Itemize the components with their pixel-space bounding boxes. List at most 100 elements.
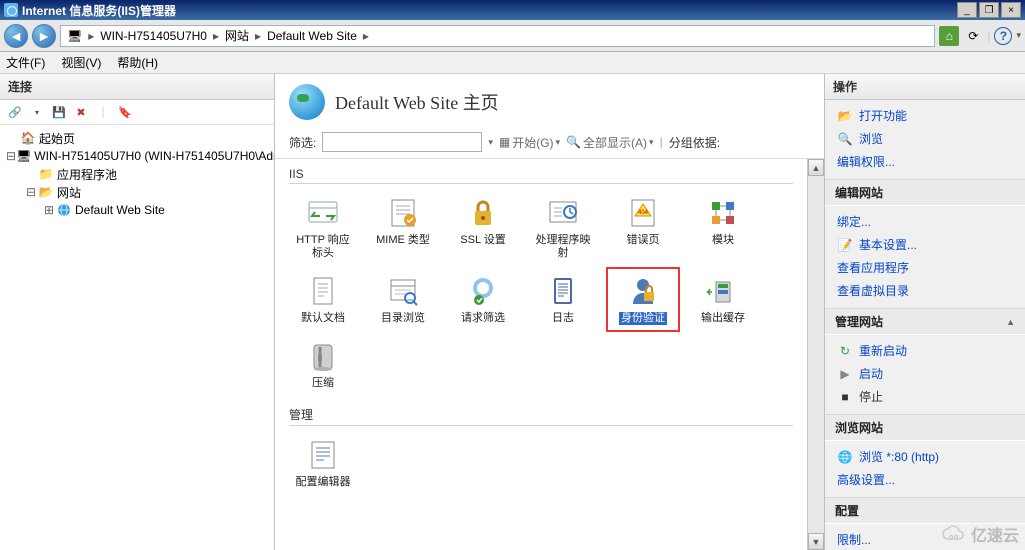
feature-compression[interactable]: 压缩	[289, 335, 357, 394]
section-browse-site: 浏览网站	[825, 414, 1025, 441]
feature-output-caching[interactable]: 输出缓存	[689, 270, 757, 329]
feature-config-editor[interactable]: 配置编辑器	[289, 434, 357, 493]
tree-start-page[interactable]: 🏠 起始页	[2, 129, 272, 147]
action-start[interactable]: ▶启动	[825, 362, 1025, 385]
feature-list: IIS HTTP 响应标头 MIME 类型 SSL 设置	[275, 159, 807, 550]
tree-default-site[interactable]: ⊞ Default Web Site	[2, 201, 272, 219]
mime-icon	[386, 196, 420, 230]
connections-toolbar: 🔗 ▾ 💾 ✖ | 🔖	[0, 100, 274, 125]
action-bindings[interactable]: 绑定...	[825, 210, 1025, 233]
app-icon	[4, 3, 18, 17]
scroll-up-icon[interactable]: ▲	[808, 159, 824, 176]
scroll-down-icon[interactable]: ▼	[808, 533, 824, 550]
main-content: 连接 🔗 ▾ 💾 ✖ | 🔖 🏠 起始页 ⊟ 🖥 WIN-H751405U7H0…	[0, 74, 1025, 550]
minimize-button[interactable]: _	[957, 2, 977, 18]
expander-icon[interactable]: ⊟	[6, 149, 16, 163]
maximize-button[interactable]: ❐	[979, 2, 999, 18]
breadcrumb-default-site[interactable]: Default Web Site	[267, 29, 357, 43]
filter-input[interactable]	[322, 132, 482, 152]
show-all-icon: 🔍	[566, 135, 581, 149]
feature-logging[interactable]: 日志	[529, 270, 597, 329]
expander-icon[interactable]: ⊟	[24, 185, 38, 199]
breadcrumb[interactable]: 🖥 ▸ WIN-H751405U7H0 ▸ 网站 ▸ Default Web S…	[60, 25, 935, 47]
feature-ssl-settings[interactable]: SSL 设置	[449, 192, 517, 264]
collapse-icon[interactable]: ▲	[1006, 317, 1015, 327]
connections-header: 连接	[0, 74, 274, 100]
close-button[interactable]: ×	[1001, 2, 1021, 18]
tree-app-pools[interactable]: 📁 应用程序池	[2, 165, 272, 183]
filter-bar: 筛选: ▾ ▦ 开始(G) ▾ 🔍 全部显示(A) ▾ | 分组依据:	[275, 130, 824, 159]
sites-icon: 📂	[38, 184, 54, 200]
lock-icon	[466, 196, 500, 230]
action-restart[interactable]: ↻重新启动	[825, 339, 1025, 362]
action-advanced-settings[interactable]: 高级设置...	[825, 468, 1025, 491]
cloud-icon	[941, 525, 967, 543]
feature-handler-mappings[interactable]: 处理程序映射	[529, 192, 597, 264]
feature-directory-browsing[interactable]: 目录浏览	[369, 270, 437, 329]
refresh-icon[interactable]: ⟳	[963, 26, 983, 46]
show-all-dropdown[interactable]: 🔍 全部显示(A) ▾	[566, 134, 653, 151]
back-button[interactable]: ◄	[4, 24, 28, 48]
section-edit-site: 编辑网站	[825, 179, 1025, 206]
help-icon[interactable]: ?	[994, 27, 1012, 45]
actions-header: 操作	[825, 74, 1025, 100]
dropdown-icon[interactable]: ▾	[28, 103, 46, 121]
feature-error-pages[interactable]: 404 错误页	[609, 192, 677, 264]
tree-label: 应用程序池	[57, 166, 117, 183]
start-dropdown[interactable]: ▦ 开始(G) ▾	[499, 134, 560, 151]
feature-authentication[interactable]: 身份验证	[609, 270, 677, 329]
menu-file[interactable]: 文件(F)	[6, 54, 45, 71]
vertical-scrollbar[interactable]: ▲ ▼	[807, 159, 824, 550]
breadcrumb-server[interactable]: WIN-H751405U7H0	[100, 29, 207, 43]
link-icon[interactable]: 🔖	[116, 103, 134, 121]
menu-help[interactable]: 帮助(H)	[117, 54, 158, 71]
actions-panel: 操作 📂打开功能 🔍浏览 编辑权限... 编辑网站 绑定... 📝基本设置...…	[825, 74, 1025, 550]
watermark-text: 亿速云	[971, 522, 1019, 546]
svg-text:404: 404	[638, 210, 649, 216]
save-icon[interactable]: 💾	[50, 103, 68, 121]
home-icon[interactable]: ⌂	[939, 26, 959, 46]
compression-icon	[306, 339, 340, 373]
connect-icon[interactable]: 🔗	[6, 103, 24, 121]
section-manage-site: 管理网站▲	[825, 308, 1025, 335]
expander-icon[interactable]: ⊞	[42, 203, 56, 217]
request-filter-icon	[466, 274, 500, 308]
delete-icon[interactable]: ✖	[72, 103, 90, 121]
watermark: 亿速云	[941, 522, 1019, 546]
window-title: Internet 信息服务(IIS)管理器	[22, 2, 957, 19]
menu-view[interactable]: 视图(V)	[61, 54, 101, 71]
modules-icon	[706, 196, 740, 230]
tree-server[interactable]: ⊟ 🖥 WIN-H751405U7H0 (WIN-H751405U7H0\Adm…	[2, 147, 272, 165]
action-basic-settings[interactable]: 📝基本设置...	[825, 233, 1025, 256]
tree-label: WIN-H751405U7H0 (WIN-H751405U7H0\Admin)	[34, 149, 274, 163]
globe-icon	[56, 202, 72, 218]
breadcrumb-sep: ▸	[88, 29, 94, 43]
document-icon	[306, 274, 340, 308]
breadcrumb-sites[interactable]: 网站	[225, 27, 249, 44]
handler-icon	[546, 196, 580, 230]
feature-request-filtering[interactable]: 请求筛选	[449, 270, 517, 329]
action-view-apps[interactable]: 查看应用程序	[825, 256, 1025, 279]
action-browse[interactable]: 🔍浏览	[825, 127, 1025, 150]
action-browse-80[interactable]: 🌐浏览 *:80 (http)	[825, 445, 1025, 468]
section-iis-title: IIS	[289, 167, 793, 184]
forward-button[interactable]: ►	[32, 24, 56, 48]
logging-icon	[546, 274, 580, 308]
action-stop[interactable]: ■停止	[825, 385, 1025, 408]
scroll-track[interactable]	[808, 176, 824, 533]
server-icon: 🖥	[67, 29, 82, 43]
breadcrumb-sep: ▸	[363, 29, 369, 43]
feature-http-response-headers[interactable]: HTTP 响应标头	[289, 192, 357, 264]
feature-modules[interactable]: 模块	[689, 192, 757, 264]
restart-icon: ↻	[837, 343, 853, 359]
error-page-icon: 404	[626, 196, 660, 230]
tree-sites[interactable]: ⊟ 📂 网站	[2, 183, 272, 201]
cache-icon	[706, 274, 740, 308]
center-panel: Default Web Site 主页 筛选: ▾ ▦ 开始(G) ▾ 🔍 全部…	[275, 74, 825, 550]
feature-mime-types[interactable]: MIME 类型	[369, 192, 437, 264]
action-view-vdirs[interactable]: 查看虚拟目录	[825, 279, 1025, 302]
action-open-feature[interactable]: 📂打开功能	[825, 104, 1025, 127]
feature-default-document[interactable]: 默认文档	[289, 270, 357, 329]
action-edit-permissions[interactable]: 编辑权限...	[825, 150, 1025, 173]
tree-label: 起始页	[39, 130, 75, 147]
